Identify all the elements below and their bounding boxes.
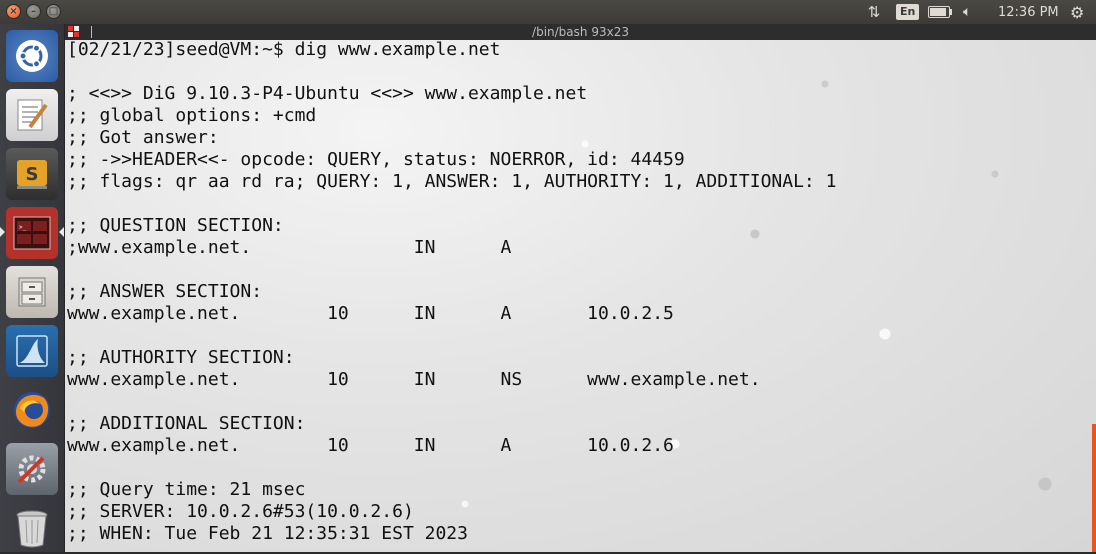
top-panel: × – □ ⇅ En 🔈︎ 12:36 PM ⚙ — [0, 0, 1096, 24]
launcher-item-trash[interactable] — [6, 502, 58, 554]
output-line: www.example.net. 10 IN NS www.example.ne… — [67, 369, 761, 390]
keyboard-layout-label: En — [896, 4, 920, 20]
terminal-window[interactable]: /bin/bash 93x23 [02/21/23]seed@VM:~$ dig… — [65, 24, 1096, 552]
launcher-item-wireshark[interactable] — [6, 325, 58, 377]
system-menu[interactable]: ⚙ — [1070, 0, 1084, 24]
keyboard-layout-indicator[interactable]: En — [896, 0, 920, 24]
active-indicator-right — [59, 227, 64, 237]
command-line: [02/21/23]seed@VM:~$ dig www.example.net — [67, 39, 501, 60]
output-line: ; <<>> DiG 9.10.3-P4-Ubuntu <<>> www.exa… — [67, 83, 588, 104]
network-indicator[interactable]: ⇅ — [863, 0, 885, 24]
output-line: ;; flags: qr aa rd ra; QUERY: 1, ANSWER:… — [67, 171, 837, 192]
launcher-item-firefox[interactable] — [6, 384, 58, 436]
close-window-button[interactable]: × — [6, 4, 21, 19]
settings-tools-icon — [17, 455, 46, 484]
output-line: ;; ANSWER SECTION: — [67, 281, 263, 302]
terminal-output[interactable]: [02/21/23]seed@VM:~$ dig www.example.net… — [67, 39, 836, 545]
minimize-window-button[interactable]: – — [26, 4, 41, 19]
output-line: ;; ->>HEADER<<- opcode: QUERY, status: N… — [67, 149, 685, 170]
launcher-item-terminal[interactable]: >_ — [6, 207, 58, 259]
output-line: ;www.example.net. IN A — [67, 237, 512, 258]
network-updown-icon: ⇅ — [867, 3, 881, 21]
firefox-icon — [14, 392, 50, 428]
scrollbar[interactable] — [1092, 424, 1096, 552]
clock[interactable]: 12:36 PM — [998, 0, 1059, 24]
launcher: S >_ — [0, 24, 65, 552]
output-line: ;; Got answer: — [67, 127, 219, 148]
maximize-window-button[interactable]: □ — [46, 4, 61, 19]
battery-level — [930, 8, 947, 16]
output-line: www.example.net. 10 IN A 10.0.2.6 — [67, 435, 674, 456]
launcher-item-ubuntu-dash[interactable] — [6, 30, 58, 82]
svg-text:>_: >_ — [19, 224, 27, 231]
terminal-icon: >_ — [13, 216, 51, 250]
svg-text:S: S — [26, 164, 39, 185]
maximize-icon: □ — [48, 5, 59, 17]
output-line: ;; QUESTION SECTION: — [67, 215, 284, 236]
clock-time: 12:36 PM — [998, 4, 1059, 20]
launcher-item-text-editor[interactable] — [6, 89, 58, 141]
output-line: ;; AUTHORITY SECTION: — [67, 347, 295, 368]
text-editor-icon — [17, 99, 48, 131]
sublime-text-icon: S — [17, 160, 47, 189]
terminal-titlebar: /bin/bash 93x23 — [65, 24, 1096, 40]
ubuntu-logo-icon — [16, 40, 48, 72]
window-controls: × – □ — [6, 4, 61, 19]
battery-icon — [928, 6, 952, 18]
launcher-item-sublime-text[interactable]: S — [6, 148, 58, 200]
output-line: ;; ADDITIONAL SECTION: — [67, 413, 306, 434]
trash-icon — [16, 510, 48, 548]
minimize-icon: – — [31, 5, 36, 17]
launcher-item-system-settings[interactable] — [6, 443, 58, 495]
output-line: www.example.net. 10 IN A 10.0.2.5 — [67, 303, 674, 324]
active-indicator — [0, 227, 5, 237]
output-line: ;; SERVER: 10.0.2.6#53(10.0.2.6) — [67, 501, 414, 522]
output-line: ;; Query time: 21 msec — [67, 479, 306, 500]
output-line: ;; WHEN: Tue Feb 21 12:35:31 EST 2023 — [67, 523, 468, 544]
volume-indicator[interactable]: 🔈︎ — [963, 0, 971, 24]
file-cabinet-icon — [18, 277, 46, 307]
speaker-icon: 🔈︎ — [963, 4, 972, 20]
wireshark-fin-icon — [16, 335, 48, 367]
close-icon: × — [9, 5, 18, 17]
output-line: ;; global options: +cmd — [67, 105, 317, 126]
launcher-item-files[interactable] — [6, 266, 58, 318]
gear-icon: ⚙ — [1070, 2, 1085, 22]
terminal-title: /bin/bash 93x23 — [532, 25, 629, 39]
battery-indicator[interactable] — [928, 0, 952, 24]
